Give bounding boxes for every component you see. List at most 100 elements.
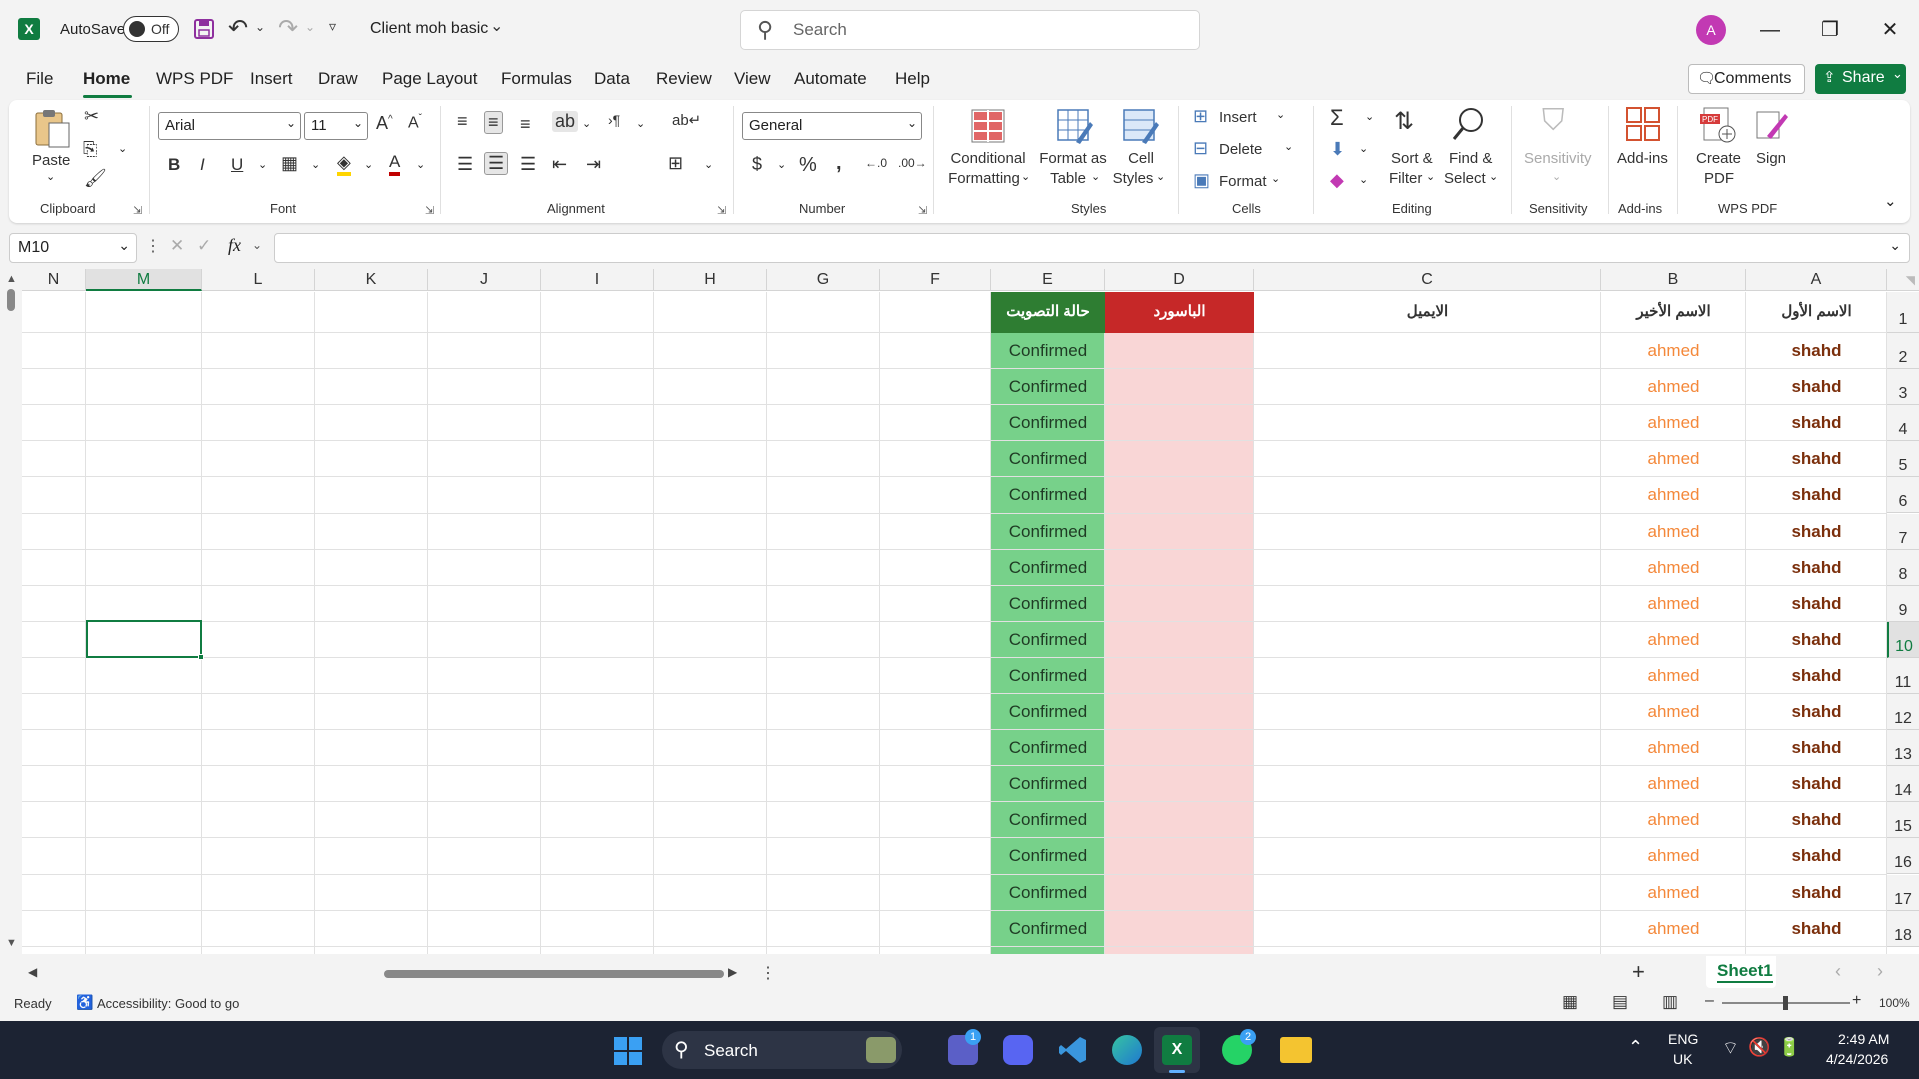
- column-header-h[interactable]: H: [654, 269, 767, 291]
- increase-indent-icon[interactable]: ⇥: [586, 154, 601, 175]
- tab-file[interactable]: File: [26, 69, 53, 89]
- cell-a5[interactable]: shahd: [1746, 449, 1887, 469]
- cell-e5[interactable]: Confirmed: [991, 449, 1105, 469]
- column-header-l[interactable]: L: [202, 269, 315, 291]
- cell-e9[interactable]: Confirmed: [991, 594, 1105, 614]
- font-color-chevron-down-icon[interactable]: ⌄: [416, 158, 425, 171]
- tab-page-layout[interactable]: Page Layout: [382, 69, 477, 89]
- cell-b6[interactable]: ahmed: [1601, 485, 1746, 505]
- cell-a9[interactable]: shahd: [1746, 594, 1887, 614]
- zoom-in-icon[interactable]: +: [1852, 992, 1861, 1010]
- clear-icon[interactable]: ◆: [1330, 170, 1344, 191]
- find-select-label-1[interactable]: Find &: [1449, 149, 1492, 169]
- rtl-icon[interactable]: ›¶: [608, 112, 620, 128]
- clipboard-launcher-icon[interactable]: ⇲: [133, 204, 142, 217]
- cell-b17[interactable]: ahmed: [1601, 883, 1746, 903]
- sort-filter-label-2[interactable]: Filter: [1389, 169, 1422, 189]
- orientation-icon[interactable]: ab: [552, 111, 579, 132]
- row-header-17[interactable]: 17: [1887, 874, 1919, 911]
- cell-b10[interactable]: ahmed: [1601, 630, 1746, 650]
- decrease-indent-icon[interactable]: ⇤: [552, 154, 567, 175]
- font-color-icon[interactable]: A: [389, 152, 401, 176]
- cell-a2[interactable]: shahd: [1746, 341, 1887, 361]
- sheetbar-more-icon[interactable]: ⋮: [760, 963, 776, 983]
- cell-b11[interactable]: ahmed: [1601, 666, 1746, 686]
- redo-icon[interactable]: ↷: [278, 14, 298, 43]
- accessibility-icon[interactable]: ♿: [76, 994, 93, 1011]
- row-header-13[interactable]: 13: [1887, 730, 1919, 767]
- language-indicator[interactable]: ENG: [1668, 1031, 1698, 1047]
- document-title[interactable]: Client moh basic: [370, 20, 488, 38]
- tab-insert[interactable]: Insert: [250, 69, 293, 89]
- column-header-n[interactable]: N: [22, 269, 86, 291]
- column-header-k[interactable]: K: [315, 269, 428, 291]
- cell-e4[interactable]: Confirmed: [991, 413, 1105, 433]
- region-indicator[interactable]: UK: [1673, 1051, 1692, 1067]
- merge-center-icon[interactable]: ⊞: [668, 153, 683, 174]
- merge-chevron-down-icon[interactable]: ⌄: [704, 158, 713, 171]
- cell-e3[interactable]: Confirmed: [991, 377, 1105, 397]
- column-header-i[interactable]: I: [541, 269, 654, 291]
- title-chevron-down-icon[interactable]: ⌄: [490, 16, 503, 36]
- autosum-icon[interactable]: Σ: [1330, 105, 1344, 131]
- font-name-select[interactable]: Arial ⌄: [158, 112, 301, 140]
- cell-b2[interactable]: ahmed: [1601, 341, 1746, 361]
- share-chevron-down-icon[interactable]: ⌄: [1892, 66, 1903, 82]
- row-header-9[interactable]: 9: [1887, 585, 1919, 622]
- scroll-left-icon[interactable]: ◀: [28, 965, 37, 979]
- wifi-icon[interactable]: ⌔: [1722, 1037, 1739, 1060]
- cell-a6[interactable]: shahd: [1746, 485, 1887, 505]
- column-header-f[interactable]: F: [880, 269, 991, 291]
- italic-icon[interactable]: I: [200, 155, 205, 175]
- cell-b16[interactable]: ahmed: [1601, 846, 1746, 866]
- add-ins-icon[interactable]: [1625, 106, 1661, 142]
- zoom-out-icon[interactable]: –: [1705, 992, 1714, 1010]
- row-header-11[interactable]: 11: [1887, 657, 1919, 694]
- collapse-ribbon-chevron-down-icon[interactable]: ⌄: [1884, 192, 1897, 210]
- edge-icon[interactable]: [1112, 1035, 1142, 1065]
- row-header-4[interactable]: 4: [1887, 405, 1919, 442]
- row-header-7[interactable]: 7: [1887, 513, 1919, 550]
- align-left-icon[interactable]: ☰: [457, 154, 473, 175]
- close-button[interactable]: ✕: [1870, 10, 1910, 50]
- cell-e18[interactable]: Confirmed: [991, 919, 1105, 939]
- percent-icon[interactable]: %: [799, 154, 817, 177]
- search-input[interactable]: ⚲ Search: [740, 10, 1200, 50]
- page-layout-view-icon[interactable]: ▤: [1612, 992, 1628, 1012]
- row-header-16[interactable]: 16: [1887, 838, 1919, 875]
- file-explorer-icon[interactable]: [1280, 1037, 1312, 1063]
- minimize-button[interactable]: —: [1750, 10, 1790, 50]
- tab-view[interactable]: View: [734, 69, 771, 89]
- row-header-14[interactable]: 14: [1887, 766, 1919, 803]
- align-center-icon[interactable]: ☰: [484, 152, 509, 175]
- conditional-formatting-icon[interactable]: [970, 108, 1006, 144]
- undo-icon[interactable]: ↶: [228, 14, 248, 43]
- fill-color-chevron-down-icon[interactable]: ⌄: [364, 158, 373, 171]
- wrap-text-icon[interactable]: ab↵: [672, 111, 701, 129]
- cell-b3[interactable]: ahmed: [1601, 377, 1746, 397]
- tab-data[interactable]: Data: [594, 69, 630, 89]
- tab-automate[interactable]: Automate: [794, 69, 867, 89]
- tab-formulas[interactable]: Formulas: [501, 69, 572, 89]
- scroll-right-icon[interactable]: ▶: [728, 965, 737, 979]
- tray-chevron-up-icon[interactable]: ⌃: [1628, 1037, 1643, 1058]
- underline-chevron-down-icon[interactable]: ⌄: [258, 158, 267, 171]
- name-box-chevron-down-icon[interactable]: ⌄: [118, 237, 130, 254]
- sort-filter-label-1[interactable]: Sort &: [1391, 149, 1433, 169]
- underline-icon[interactable]: U: [231, 155, 243, 175]
- cell-a7[interactable]: shahd: [1746, 522, 1887, 542]
- add-sheet-icon[interactable]: +: [1632, 959, 1645, 985]
- prev-sheet-icon[interactable]: ‹: [1835, 961, 1841, 982]
- sheet-tab-sheet1[interactable]: Sheet1: [1706, 956, 1776, 988]
- cell-a4[interactable]: shahd: [1746, 413, 1887, 433]
- cell-a8[interactable]: shahd: [1746, 558, 1887, 578]
- vertical-scroll-thumb[interactable]: [7, 289, 15, 311]
- zoom-slider[interactable]: [1722, 996, 1850, 1010]
- customize-qat-icon[interactable]: ▿: [329, 18, 336, 35]
- windows-start-icon[interactable]: [613, 1036, 643, 1066]
- borders-icon[interactable]: ▦: [281, 153, 298, 174]
- create-pdf-label-2[interactable]: PDF: [1704, 169, 1734, 189]
- column-header-e[interactable]: E: [991, 269, 1105, 291]
- cell-a18[interactable]: shahd: [1746, 919, 1887, 939]
- sign-icon[interactable]: [1753, 106, 1789, 142]
